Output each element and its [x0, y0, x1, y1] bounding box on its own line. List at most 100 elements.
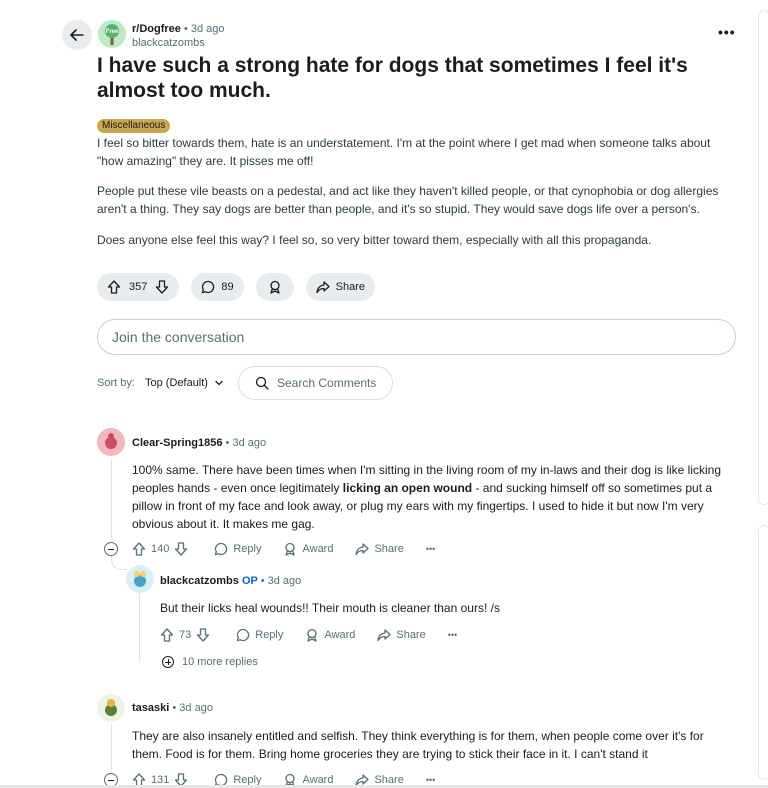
speech-bubble-icon	[214, 542, 228, 556]
search-placeholder: Search Comments	[277, 376, 377, 390]
share-arrow-icon	[315, 281, 330, 294]
op-badge: OP	[241, 575, 258, 587]
sort-dropdown[interactable]: Top (Default)	[145, 377, 224, 389]
arrow-down-icon[interactable]	[196, 628, 210, 642]
snoo-avatar-icon	[126, 565, 154, 593]
subreddit-avatar[interactable]: Free	[98, 20, 126, 48]
ellipsis-icon: •••	[447, 630, 458, 640]
comment-count: 89	[221, 281, 234, 293]
thread-line[interactable]	[111, 460, 112, 538]
comment-author[interactable]: Clear-Spring1856	[132, 437, 222, 449]
comment-author[interactable]: tasaski	[132, 702, 169, 714]
share-arrow-icon	[377, 629, 392, 642]
comment-body: But their licks heal wounds!! Their mout…	[160, 601, 500, 615]
separator-dot: •	[225, 437, 230, 449]
reply-button[interactable]: Reply	[236, 628, 283, 642]
reply-curve	[111, 556, 127, 570]
comment-more-button[interactable]: •••	[426, 544, 435, 554]
chevron-down-icon	[215, 380, 223, 386]
separator-dot: •	[183, 23, 188, 35]
award-icon	[285, 542, 296, 556]
comment-author[interactable]: blackcatzombs	[160, 575, 239, 587]
post-options-button[interactable]: •••	[718, 24, 736, 40]
arrow-up-icon[interactable]	[132, 542, 146, 556]
vote-group: 357	[97, 273, 180, 301]
comment-time: 3d ago	[232, 437, 267, 449]
award-label: Award	[302, 543, 334, 555]
avatar[interactable]	[126, 565, 154, 593]
ellipsis-icon: •••	[425, 775, 436, 785]
thread-line[interactable]	[111, 724, 112, 772]
award-label: Award	[324, 629, 356, 641]
award-icon	[269, 280, 280, 294]
arrow-down-icon[interactable]	[174, 542, 188, 556]
award-button[interactable]: Award	[305, 628, 355, 642]
reply-label: Reply	[233, 543, 262, 555]
post-title: I have such a strong hate for dogs that …	[97, 54, 688, 102]
award-button[interactable]: Award	[283, 542, 333, 556]
comment-more-button[interactable]: •••	[448, 630, 457, 640]
right-rail-card	[758, 10, 768, 505]
speech-bubble-icon	[201, 280, 215, 294]
share-arrow-icon	[355, 543, 370, 556]
comment-body: 100% same. There have been times when I'…	[132, 461, 737, 533]
arrow-down-icon[interactable]	[155, 280, 169, 294]
award-button[interactable]	[255, 273, 294, 301]
arrow-up-icon[interactable]	[107, 280, 121, 294]
share-button[interactable]: Share	[355, 542, 404, 556]
post-author[interactable]: blackcatzombs	[132, 37, 205, 49]
comment-action-bar: 73 Reply Award Share •••	[160, 626, 479, 644]
arrow-left-icon	[70, 29, 84, 41]
post-body-paragraph: People put these vile beasts on a pedest…	[97, 184, 719, 216]
post-action-bar: 357 89 Share	[97, 273, 375, 301]
more-replies-button[interactable]: 10 more replies	[162, 656, 258, 668]
back-button[interactable]	[62, 20, 92, 50]
sort-label: Sort by:	[97, 377, 135, 389]
comment-author-line: tasaski • 3d ago	[132, 702, 213, 714]
svg-text:Free: Free	[106, 29, 119, 35]
subreddit-name[interactable]: r/Dogfree	[132, 23, 181, 35]
reply-button[interactable]: Reply	[214, 542, 261, 556]
comment-action-bar: 140 Reply Award Share •••	[132, 540, 457, 558]
join-conversation-input[interactable]: Join the conversation	[97, 319, 736, 355]
share-button[interactable]: Share	[377, 628, 426, 642]
right-rail-card-2	[758, 525, 768, 780]
comment-body: They are also insanely entitled and self…	[132, 729, 704, 761]
share-label: Share	[374, 543, 404, 555]
snoo-avatar-icon	[97, 428, 125, 456]
avatar[interactable]	[97, 428, 125, 456]
sort-value: Top (Default)	[145, 377, 208, 389]
avatar[interactable]	[97, 694, 125, 722]
comments-button[interactable]: 89	[191, 273, 244, 301]
post-time: 3d ago	[190, 23, 225, 35]
post-body-paragraph: I feel so bitter towards them, hate is a…	[97, 136, 711, 168]
comment-vote-count: 73	[179, 629, 192, 641]
comment-time: 3d ago	[267, 575, 302, 587]
comment-vote-count: 140	[151, 543, 170, 555]
comment-author-line: blackcatzombs OP • 3d ago	[160, 575, 301, 587]
vote-group: 73	[160, 628, 210, 642]
speech-bubble-icon	[236, 628, 250, 642]
search-comments-input[interactable]: Search Comments	[238, 366, 393, 400]
plus-circle-icon	[162, 656, 174, 668]
arrow-up-icon[interactable]	[160, 628, 174, 642]
share-label: Share	[335, 281, 365, 293]
award-icon	[307, 628, 318, 642]
comment-text-bold: licking an open wound	[342, 481, 473, 495]
separator-dot: •	[172, 702, 177, 714]
search-icon	[255, 376, 269, 390]
comment-author-line: Clear-Spring1856 • 3d ago	[132, 437, 266, 449]
ellipsis-icon: •••	[425, 544, 436, 554]
snoo-avatar-icon	[97, 694, 125, 722]
more-replies-label: 10 more replies	[182, 656, 258, 668]
separator-dot: •	[260, 575, 265, 587]
comment-more-button[interactable]: •••	[426, 775, 435, 785]
post-vote-count: 357	[129, 281, 148, 293]
post-flair[interactable]: Miscellaneous	[97, 119, 171, 133]
subreddit-line: r/Dogfree • 3d ago	[132, 23, 225, 35]
collapse-thread-button[interactable]	[104, 542, 118, 556]
share-button[interactable]: Share	[305, 273, 375, 301]
post-body-paragraph: Does anyone else feel this way? I feel s…	[97, 233, 652, 247]
reply-label: Reply	[255, 629, 284, 641]
comment-time: 3d ago	[179, 702, 213, 714]
